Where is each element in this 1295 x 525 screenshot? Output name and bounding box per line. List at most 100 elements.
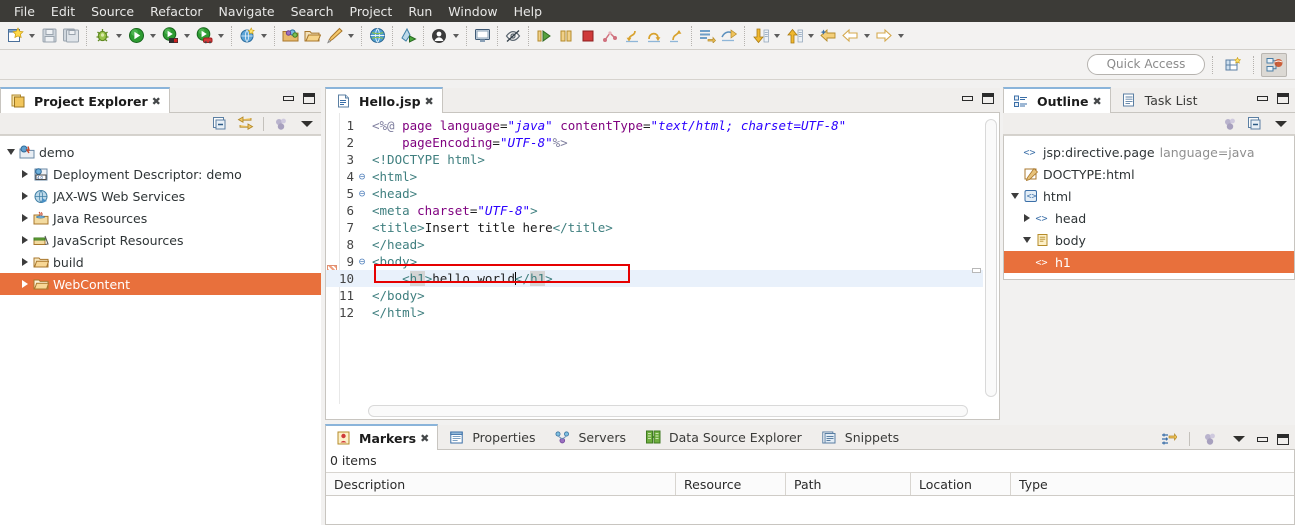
minimize-icon[interactable] (1257, 96, 1268, 101)
code-text[interactable]: <%@ page language="java" contentType="te… (368, 117, 846, 134)
tab-hello-jsp[interactable]: Hello.jsp ✖ (325, 87, 443, 113)
fold-toggle-icon[interactable]: ⊖ (356, 185, 368, 202)
tree-item-javascript-resources[interactable]: JavaScript Resources (0, 229, 321, 251)
column-header-location[interactable]: Location (911, 473, 1011, 495)
tab-task-list[interactable]: Task List (1111, 87, 1207, 112)
new-wizard-icon[interactable] (4, 25, 26, 47)
chevron-right-icon[interactable] (18, 192, 32, 200)
tree-item-java-resources[interactable]: Java Resources (0, 207, 321, 229)
menu-item-project[interactable]: Project (342, 2, 401, 21)
outline-item-head[interactable]: <> head (1004, 207, 1294, 229)
minimize-icon[interactable] (283, 96, 294, 101)
code-line[interactable]: 5 ⊖ <head> (326, 185, 983, 202)
back-dropdown-icon[interactable] (861, 25, 873, 47)
open-perspective-icon[interactable] (1220, 53, 1246, 77)
scrollbar-thumb[interactable] (368, 405, 968, 417)
collapse-all-icon[interactable] (211, 115, 230, 133)
code-text[interactable]: pageEncoding="UTF-8"%> (368, 134, 568, 151)
column-header-resource[interactable]: Resource (676, 473, 786, 495)
next-edit-icon[interactable] (718, 25, 740, 47)
code-text[interactable]: <html> (368, 168, 417, 185)
forward-navigation-icon[interactable] (873, 25, 895, 47)
fold-toggle-icon[interactable]: ⊖ (356, 168, 368, 185)
code-line[interactable]: 8 </head> (326, 236, 983, 253)
outline-item-body[interactable]: body (1004, 229, 1294, 251)
maximize-icon[interactable] (1277, 433, 1289, 445)
view-menu-icon[interactable] (297, 115, 316, 133)
run-dropdown-icon[interactable] (147, 25, 159, 47)
quick-access-input[interactable]: Quick Access (1087, 54, 1205, 75)
column-header-description[interactable]: Description (326, 473, 676, 495)
next-annotation-icon[interactable] (749, 25, 771, 47)
code-text[interactable]: </head> (368, 236, 425, 253)
code-text[interactable]: <!DOCTYPE html> (368, 151, 485, 168)
maximize-icon[interactable] (1277, 93, 1289, 104)
next-annotation-dropdown-icon[interactable] (771, 25, 783, 47)
tab-data-source-explorer[interactable]: Data Source Explorer (635, 424, 811, 449)
profile-icon[interactable] (428, 25, 450, 47)
focus-on-active-task-icon[interactable] (272, 115, 291, 133)
column-header-type[interactable]: Type (1011, 473, 1246, 495)
collapse-all-icon[interactable] (1246, 115, 1265, 133)
menu-item-file[interactable]: File (6, 2, 43, 21)
code-text[interactable]: </body> (368, 287, 425, 304)
new-wizard-dropdown-icon[interactable] (26, 25, 38, 47)
debug-dropdown-icon[interactable] (113, 25, 125, 47)
menu-item-source[interactable]: Source (83, 2, 142, 21)
run-on-server-icon[interactable] (159, 25, 181, 47)
menu-item-help[interactable]: Help (506, 2, 551, 21)
close-icon[interactable]: ✖ (425, 95, 434, 108)
last-edit-location-icon[interactable] (696, 25, 718, 47)
menu-item-window[interactable]: Window (440, 2, 505, 21)
editor-body[interactable]: 1 <%@ page language="java" contentType="t… (325, 113, 1000, 420)
code-line[interactable]: 10 <h1>hello world</h1> (326, 270, 983, 287)
overview-ruler-marker[interactable] (972, 268, 981, 273)
chevron-right-icon[interactable] (18, 214, 32, 222)
chevron-down-icon[interactable] (4, 149, 18, 155)
tree-item-demo[interactable]: demo (0, 141, 321, 163)
tab-servers[interactable]: Servers (545, 424, 636, 449)
chevron-right-icon[interactable] (18, 170, 32, 178)
code-text[interactable]: <title>Insert title here</title> (368, 219, 613, 236)
menu-item-run[interactable]: Run (400, 2, 440, 21)
tree-item-webcontent[interactable]: WebContent (0, 273, 321, 295)
menu-item-edit[interactable]: Edit (43, 2, 83, 21)
back-navigation-icon[interactable] (817, 25, 839, 47)
resume-icon[interactable] (533, 25, 555, 47)
chevron-right-icon[interactable] (18, 258, 32, 266)
menu-item-navigate[interactable]: Navigate (211, 2, 283, 21)
terminate-icon[interactable] (577, 25, 599, 47)
code-line[interactable]: 9 ⊖ <body> (326, 253, 983, 270)
code-line[interactable]: 4 ⊖ <html> (326, 168, 983, 185)
code-text[interactable]: </html> (368, 304, 425, 321)
step-return-icon[interactable] (665, 25, 687, 47)
chevron-down-icon[interactable] (1020, 237, 1034, 243)
hide-icon[interactable] (502, 25, 524, 47)
code-text[interactable]: <head> (368, 185, 417, 202)
back-navigation-alt-icon[interactable] (839, 25, 861, 47)
code-text[interactable]: <meta charset="UTF-8"> (368, 202, 538, 219)
markers-table-body[interactable] (326, 521, 1294, 524)
editor-horizontal-scrollbar[interactable] (340, 405, 983, 417)
code-area[interactable]: 1 <%@ page language="java" contentType="t… (326, 117, 983, 403)
tab-project-explorer[interactable]: Project Explorer ✖ (0, 87, 170, 113)
new-web-project-icon[interactable] (236, 25, 258, 47)
menu-item-refactor[interactable]: Refactor (142, 2, 210, 21)
maximize-icon[interactable] (303, 93, 315, 104)
tree-item-jaxws-web-services[interactable]: JAX-WS Web Services (0, 185, 321, 207)
minimize-icon[interactable] (962, 96, 973, 101)
tree-item-deployment-descriptor[interactable]: 4.0 Deployment Descriptor: demo (0, 163, 321, 185)
configure-columns-icon[interactable] (1159, 430, 1178, 448)
console-icon[interactable] (471, 25, 493, 47)
paint-icon[interactable] (323, 25, 345, 47)
view-menu-icon[interactable] (1271, 115, 1290, 133)
open-folder-icon[interactable] (301, 25, 323, 47)
debug-icon[interactable] (91, 25, 113, 47)
chevron-right-icon[interactable] (1020, 214, 1034, 222)
focus-on-active-task-icon[interactable] (1221, 115, 1240, 133)
code-line[interactable]: 1 <%@ page language="java" contentType="t… (326, 117, 983, 134)
open-type-icon[interactable] (279, 25, 301, 47)
previous-annotation-icon[interactable] (783, 25, 805, 47)
view-menu-icon[interactable] (1229, 430, 1248, 448)
close-icon[interactable]: ✖ (1092, 95, 1101, 108)
